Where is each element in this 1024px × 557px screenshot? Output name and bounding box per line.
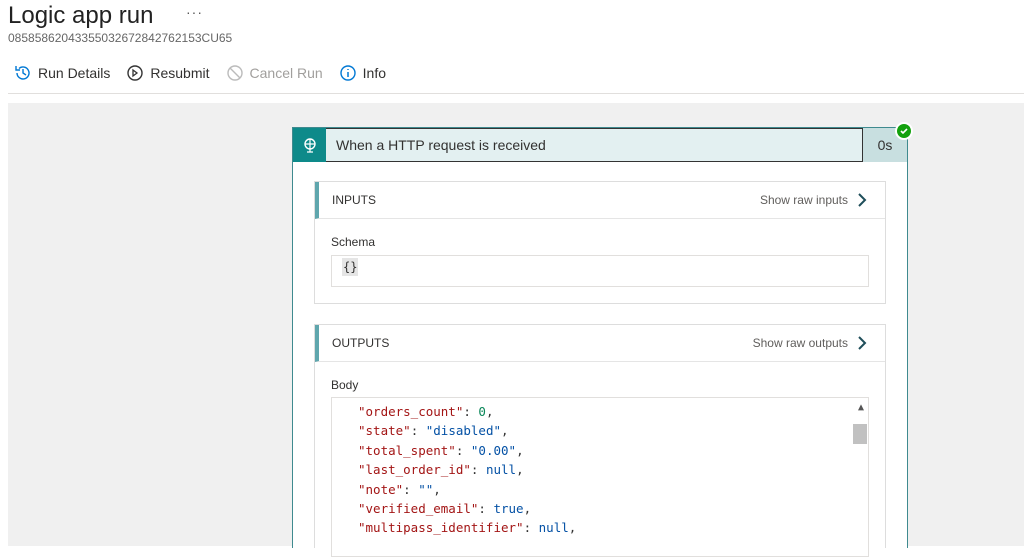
schema-value: {} [342, 258, 359, 276]
chevron-right-icon [858, 193, 867, 207]
run-id: 08585862043355032672842762153CU65 [8, 31, 233, 45]
json-value: "" [418, 481, 434, 497]
resubmit-icon [127, 65, 144, 81]
json-line: "note": "", [358, 481, 441, 497]
json-line: "last_order_id": null, [358, 462, 524, 478]
trigger-card: When a HTTP request is received 0s INPUT… [292, 122, 913, 557]
json-line: "verified_email": true, [358, 501, 532, 517]
success-check-icon [895, 122, 913, 140]
cancel-run-label: Cancel Run [249, 65, 323, 81]
scrollbar[interactable]: ▲ [852, 398, 868, 556]
scrollbar-thumb[interactable] [853, 424, 867, 444]
json-key: "orders_count" [358, 404, 464, 419]
toolbar: Run Details Resubmit Cancel Run Info [14, 64, 386, 82]
cancel-run-button[interactable]: Cancel Run [226, 64, 323, 82]
json-value: 0 [478, 404, 486, 419]
run-details-label: Run Details [38, 65, 111, 81]
outputs-header: OUTPUTS Show raw outputs [315, 325, 885, 362]
http-request-icon [293, 128, 326, 162]
show-raw-outputs-link[interactable]: Show raw outputs [753, 336, 867, 350]
json-line: "total_spent": "0.00", [358, 442, 524, 458]
json-key: "state" [358, 423, 411, 439]
show-raw-outputs-label: Show raw outputs [752, 336, 848, 350]
info-label: Info [362, 65, 387, 81]
resubmit-button[interactable]: Resubmit [126, 64, 210, 82]
json-key: "note" [358, 481, 404, 497]
info-button[interactable]: Info [339, 64, 386, 82]
run-details-button[interactable]: Run Details [14, 64, 110, 82]
json-line: "multipass_identifier": null, [358, 520, 577, 536]
inputs-header: INPUTS Show raw inputs [315, 182, 885, 219]
show-raw-inputs-link[interactable]: Show raw inputs [760, 193, 867, 207]
card-header[interactable]: When a HTTP request is received 0s [293, 128, 907, 162]
body-json-viewer[interactable]: "orders_count": 0, "state": "disabled", "t… [331, 397, 869, 557]
card-title: When a HTTP request is received [326, 128, 863, 162]
show-raw-inputs-label: Show raw inputs [759, 193, 848, 207]
json-key: "total_spent" [358, 442, 456, 458]
more-options-button[interactable]: ··· [186, 4, 203, 20]
json-key: "verified_email" [358, 501, 479, 517]
json-value: "disabled" [425, 423, 502, 439]
json-value: null [485, 462, 517, 478]
divider [8, 93, 1024, 94]
json-key: "last_order_id" [358, 462, 471, 478]
body-label: Body [331, 378, 359, 392]
json-value: null [538, 520, 569, 536]
history-icon [15, 66, 30, 80]
inputs-title: INPUTS [332, 193, 377, 207]
json-value: "0.00" [470, 442, 517, 458]
cancel-icon [226, 65, 243, 81]
scroll-up-icon[interactable]: ▲ [858, 398, 864, 417]
page-title: Logic app run [8, 2, 154, 29]
resubmit-label: Resubmit [150, 65, 210, 81]
chevron-right-icon [858, 336, 867, 350]
schema-field[interactable]: {} [331, 255, 869, 287]
outputs-section: OUTPUTS Show raw outputs Body "orders_co… [314, 324, 886, 557]
json-line: "orders_count": 0, [358, 404, 494, 419]
outputs-title: OUTPUTS [332, 336, 390, 350]
info-icon [339, 65, 356, 81]
json-value: true [493, 501, 524, 517]
json-key: "multipass_identifier" [358, 520, 524, 536]
inputs-section: INPUTS Show raw inputs Schema {} [314, 181, 886, 304]
schema-label: Schema [331, 235, 376, 249]
json-line: "state": "disabled", [358, 423, 509, 439]
